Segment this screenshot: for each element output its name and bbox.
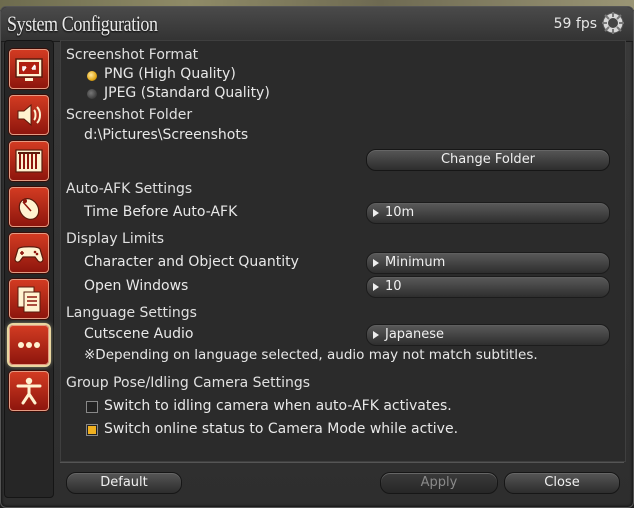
- category-more[interactable]: [9, 325, 49, 365]
- display-settings-icon: [15, 58, 43, 81]
- close-button[interactable]: Close: [504, 472, 620, 494]
- category-theater[interactable]: [9, 141, 49, 181]
- gamepad-icon: [14, 246, 44, 263]
- idle-camera-checkbox[interactable]: [86, 401, 98, 413]
- title-bar[interactable]: System Configuration 59 fps: [1, 7, 633, 42]
- open-windows-label: Open Windows: [84, 278, 189, 294]
- open-windows-dropdown[interactable]: 10: [366, 276, 610, 298]
- screenshot-folder-path: d:\Pictures\Screenshots: [84, 127, 249, 143]
- change-folder-button[interactable]: Change Folder: [366, 149, 610, 171]
- language-settings-heading: Language Settings: [66, 305, 197, 321]
- open-windows-value: 10: [385, 279, 402, 294]
- language-note: ※Depending on language selected, audio m…: [84, 347, 538, 363]
- category-documents[interactable]: [9, 279, 49, 319]
- online-status-checkbox[interactable]: [86, 424, 98, 436]
- category-accessibility[interactable]: [9, 371, 49, 411]
- documents-icon: [17, 286, 41, 313]
- footer-divider: [60, 462, 624, 463]
- character-object-quantity-value: Minimum: [385, 255, 446, 270]
- accessibility-figure-icon: [16, 377, 42, 405]
- theater-curtain-icon: [15, 149, 43, 173]
- screenshot-folder-heading: Screenshot Folder: [66, 107, 193, 123]
- character-object-quantity-label: Character and Object Quantity: [84, 254, 299, 270]
- online-status-label[interactable]: Switch online status to Camera Mode whil…: [104, 421, 458, 437]
- window-title: System Configuration: [7, 11, 158, 36]
- jpeg-radio[interactable]: [87, 89, 97, 99]
- time-before-afk-label: Time Before Auto-AFK: [84, 204, 238, 220]
- cutscene-audio-label: Cutscene Audio: [84, 326, 194, 342]
- jpeg-option-label[interactable]: JPEG (Standard Quality): [104, 85, 270, 101]
- apply-button[interactable]: Apply: [380, 472, 498, 494]
- default-button[interactable]: Default: [66, 472, 182, 494]
- cutscene-audio-value: Japanese: [385, 327, 445, 342]
- time-before-afk-value: 10m: [385, 205, 415, 220]
- category-display-settings[interactable]: [9, 49, 49, 89]
- category-sound[interactable]: [9, 95, 49, 135]
- category-sidebar: [4, 40, 54, 498]
- category-gamepad[interactable]: [9, 233, 49, 273]
- dropdown-arrow-icon: [373, 209, 379, 217]
- group-pose-camera-heading: Group Pose/Idling Camera Settings: [66, 375, 311, 391]
- dropdown-arrow-icon: [373, 259, 379, 267]
- auto-afk-heading: Auto-AFK Settings: [66, 181, 193, 197]
- png-radio[interactable]: [87, 71, 97, 81]
- settings-gear-icon[interactable]: [601, 11, 625, 35]
- character-object-quantity-dropdown[interactable]: Minimum: [366, 252, 610, 274]
- dropdown-arrow-icon: [373, 331, 379, 339]
- dropdown-arrow-icon: [373, 283, 379, 291]
- png-option-label[interactable]: PNG (High Quality): [104, 66, 236, 82]
- display-limits-heading: Display Limits: [66, 231, 165, 247]
- time-before-afk-dropdown[interactable]: 10m: [366, 202, 610, 224]
- category-mouse[interactable]: [9, 187, 49, 227]
- more-options-icon: [18, 342, 40, 348]
- cutscene-audio-dropdown[interactable]: Japanese: [366, 324, 610, 346]
- sound-icon: [17, 103, 41, 127]
- screenshot-format-heading: Screenshot Format: [66, 47, 199, 63]
- idle-camera-label[interactable]: Switch to idling camera when auto-AFK ac…: [104, 398, 452, 414]
- fps-counter: 59 fps: [553, 16, 597, 32]
- mouse-icon: [18, 198, 40, 220]
